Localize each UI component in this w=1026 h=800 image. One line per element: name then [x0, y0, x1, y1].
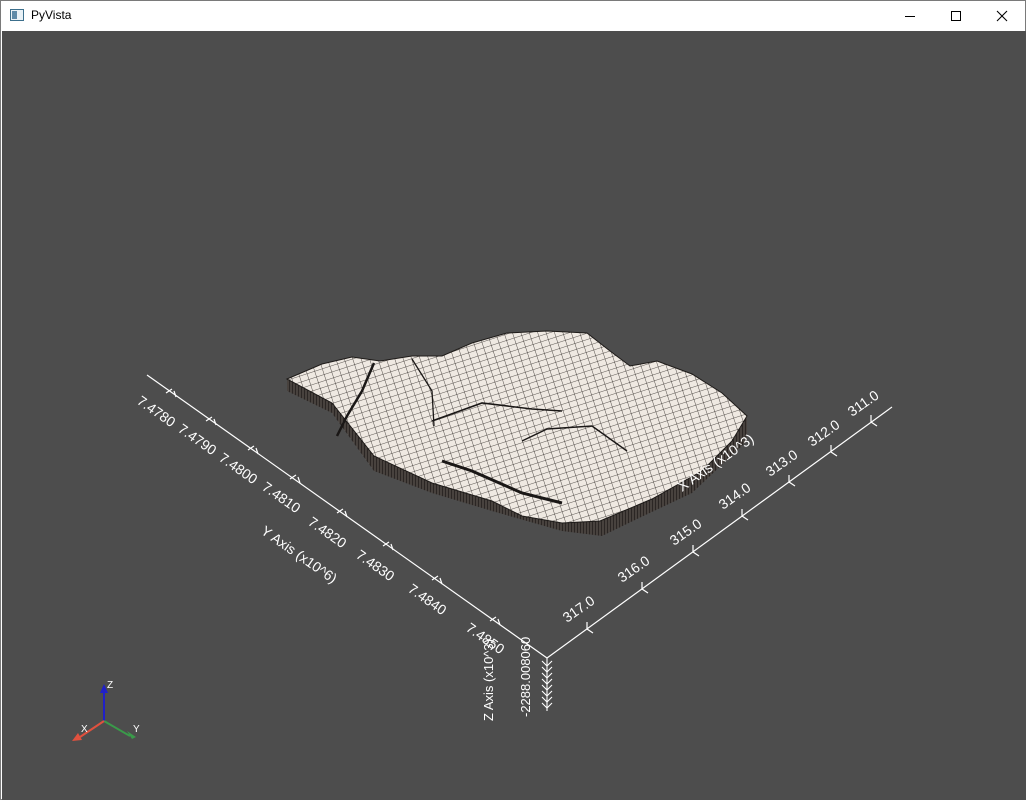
- terrain-mesh[interactable]: [285, 330, 748, 536]
- render-viewport[interactable]: 7.4780 7.4790 7.4800 7.4810 7.4820 7.483…: [2, 31, 1026, 800]
- z-axis: [541, 658, 553, 711]
- close-button[interactable]: [979, 1, 1025, 31]
- window-title: PyVista: [31, 8, 72, 22]
- x-tick-label: 316.0: [615, 552, 653, 585]
- y-tick-label: 7.4830: [353, 546, 397, 584]
- y-tick-label: 7.4780: [134, 392, 178, 430]
- scene-canvas[interactable]: 7.4780 7.4790 7.4800 7.4810 7.4820 7.483…: [2, 31, 1026, 800]
- minimize-icon: [905, 16, 915, 17]
- orientation-widget[interactable]: Z Y X: [72, 680, 140, 741]
- z-axis-title: Z Axis (x10^3): [481, 639, 496, 721]
- app-icon: [10, 9, 24, 21]
- app-window: PyVista 7.4780 7.4790 7.4800 7.4810 7.48…: [0, 0, 1026, 800]
- orientation-z-label: Z: [107, 680, 113, 691]
- y-tick-label: 7.4810: [259, 478, 303, 516]
- x-tick-label: 311.0: [845, 387, 882, 420]
- x-tick-label: 314.0: [716, 479, 754, 512]
- x-tick-label: 313.0: [763, 446, 801, 479]
- close-icon: [996, 10, 1008, 22]
- y-tick-label: 7.4820: [305, 513, 349, 551]
- x-tick-label: 312.0: [805, 416, 843, 449]
- x-tick-label: 317.0: [560, 592, 598, 625]
- orientation-y-label: Y: [133, 724, 140, 735]
- minimize-button[interactable]: [887, 1, 933, 31]
- title-bar[interactable]: PyVista: [1, 1, 1025, 31]
- y-tick-label: 7.4840: [405, 580, 449, 618]
- orientation-x-label: X: [81, 724, 88, 735]
- y-arrow: [103, 720, 131, 737]
- maximize-button[interactable]: [933, 1, 979, 31]
- maximize-icon: [951, 11, 961, 21]
- y-tick-label: 7.4790: [175, 420, 219, 458]
- x-tick-label: 315.0: [667, 515, 705, 548]
- z-tick-labels-overlap: -2288.008060: [518, 637, 533, 717]
- y-tick-label: 7.4800: [216, 449, 260, 487]
